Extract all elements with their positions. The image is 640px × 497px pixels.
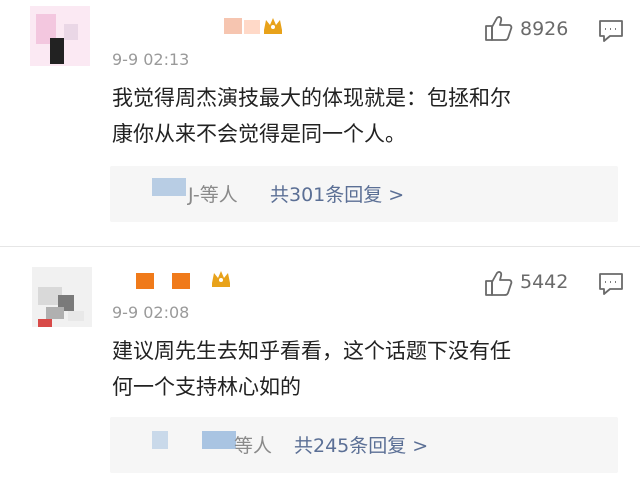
- reply-users-label: 等人: [234, 435, 273, 457]
- comment-bubble-icon[interactable]: [598, 271, 628, 297]
- comment-text-line: 康你从来不会觉得是同一个人。: [112, 122, 406, 146]
- reply-count-link[interactable]: 共245条回复 >: [294, 431, 428, 458]
- comment-text: 我觉得周杰演技最大的体现就是：包拯和尔 康你从来不会觉得是同一个人。: [112, 80, 622, 152]
- like-count: 8926: [520, 18, 569, 40]
- comment-text-line: 何一个支持林心如的: [112, 375, 301, 399]
- replies-summary[interactable]: 等人 共245条回复 >: [110, 417, 618, 473]
- comment-time: 9-9 02:13: [112, 50, 190, 69]
- thumbs-up-icon[interactable]: [484, 269, 514, 297]
- comment-text-line: 我觉得周杰演技最大的体现就是：包拯和尔: [112, 86, 511, 110]
- reply-count-link[interactable]: 共301条回复 >: [270, 180, 404, 207]
- replies-summary[interactable]: J-等人 共301条回复 >: [110, 166, 618, 222]
- like-count: 5442: [520, 271, 569, 293]
- comment-bubble-icon[interactable]: [598, 18, 628, 44]
- reply-users-label: J-等人: [188, 184, 238, 206]
- comment-item: 5442 9-9 02:08 建议周先生去知乎看看，这个话题下没有任 何一个支持…: [0, 247, 640, 497]
- comment-text: 建议周先生去知乎看看，这个话题下没有任 何一个支持林心如的: [112, 333, 622, 405]
- reply-user-redacted: [152, 427, 236, 449]
- crown-badge-icon: [262, 14, 284, 36]
- comment-text-line: 建议周先生去知乎看看，这个话题下没有任: [112, 339, 511, 363]
- avatar[interactable]: [32, 267, 92, 327]
- crown-badge-icon: [210, 267, 232, 289]
- reply-user-redacted: [152, 176, 188, 198]
- comment-time: 9-9 02:08: [112, 303, 190, 322]
- avatar[interactable]: [30, 6, 90, 66]
- thumbs-up-icon[interactable]: [484, 14, 514, 42]
- comment-item: 8926 9-9 02:13 我觉得周杰演技最大的体现就是：包拯和尔 康你从来不…: [0, 0, 640, 246]
